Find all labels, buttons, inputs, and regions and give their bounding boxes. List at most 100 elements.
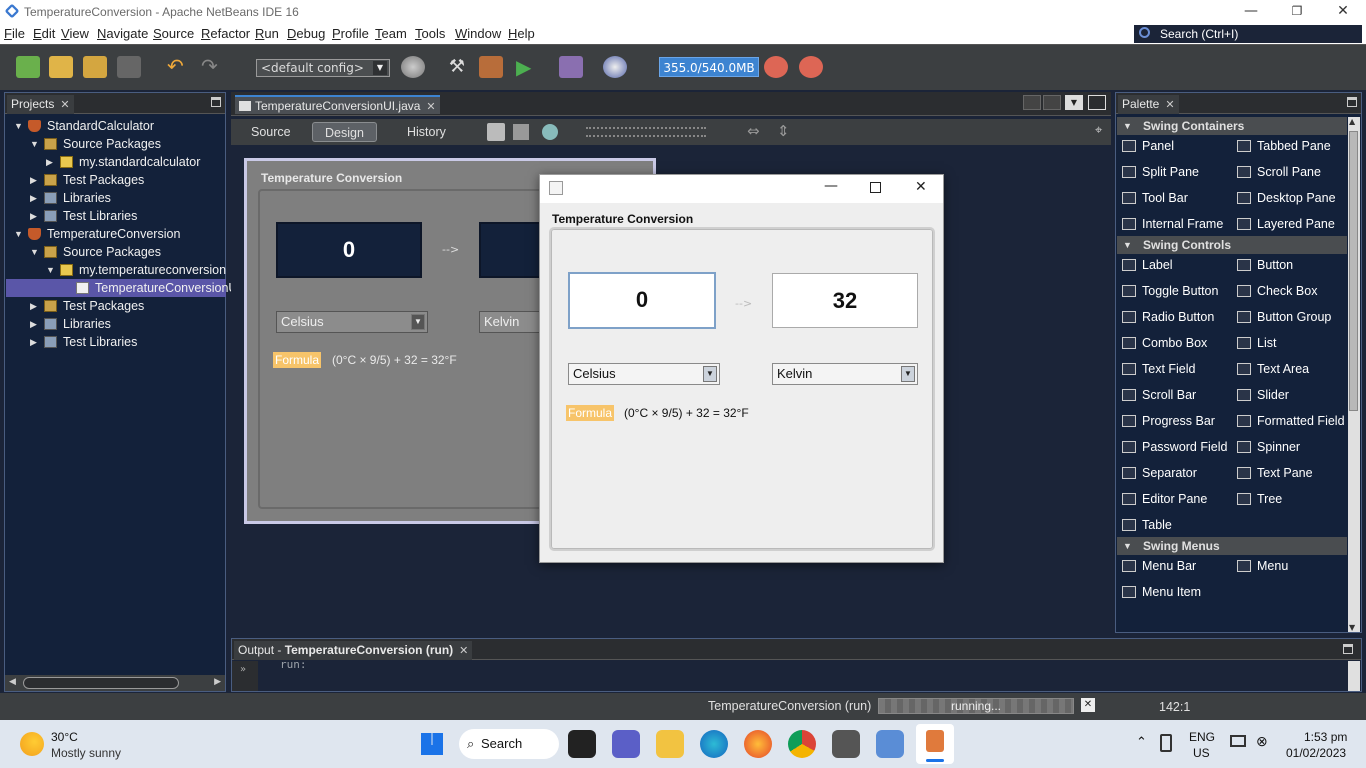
minimize-panel-icon[interactable]: [211, 97, 221, 107]
palette-item-tool-bar[interactable]: Tool Bar: [1117, 188, 1188, 208]
tree-item[interactable]: ▼ StandardCalculator: [6, 117, 226, 135]
close-icon[interactable]: ✕: [1165, 96, 1174, 114]
menu-view[interactable]: View: [61, 26, 89, 41]
tree-item[interactable]: ▶ Test Libraries: [6, 207, 226, 225]
debug-icon[interactable]: [559, 56, 583, 78]
tree-item[interactable]: ▼ Source Packages: [6, 243, 226, 261]
palette-item-progress-bar[interactable]: Progress Bar: [1117, 411, 1215, 431]
config-select[interactable]: <default config> ▼: [256, 59, 390, 77]
tree-item[interactable]: ▶ Test Libraries: [6, 333, 226, 351]
profile-icon[interactable]: [603, 56, 627, 78]
task-view-icon[interactable]: [568, 730, 596, 758]
new-file-icon[interactable]: [16, 56, 40, 78]
scroll-tabs-right-icon[interactable]: [1043, 95, 1061, 110]
palette-item-editor-pane[interactable]: Editor Pane: [1117, 489, 1207, 509]
menu-run[interactable]: Run: [255, 26, 279, 41]
redo-icon[interactable]: ↷: [201, 56, 225, 78]
palette-scrollbar-thumb[interactable]: [1349, 131, 1358, 411]
build-hammer-icon[interactable]: ⚒: [445, 56, 469, 78]
running-app-window[interactable]: — ✕ Temperature Conversion 0 --> 32 Cels…: [539, 174, 944, 563]
palette-item-scroll-pane[interactable]: Scroll Pane: [1232, 162, 1321, 182]
to-unit-select[interactable]: Kelvin ▼: [772, 363, 918, 385]
menu-edit[interactable]: Edit: [33, 26, 55, 41]
tab-source[interactable]: Source: [239, 122, 303, 142]
taskbar-search[interactable]: ⌕ Search: [459, 729, 559, 759]
close-icon[interactable]: ✕: [426, 98, 435, 116]
scroll-left-icon[interactable]: ◀: [9, 677, 16, 687]
tree-item[interactable]: ▶ Libraries: [6, 189, 226, 207]
design-input-field[interactable]: 0: [276, 222, 422, 278]
resize-vertical-icon[interactable]: ⇕: [777, 122, 790, 140]
selection-mode-icon[interactable]: [487, 123, 505, 141]
show-opened-documents-icon[interactable]: ▼: [1065, 95, 1083, 110]
volume-muted-icon[interactable]: ⊗: [1256, 733, 1268, 750]
palette-item-text-field[interactable]: Text Field: [1117, 359, 1196, 379]
palette-item-radio-button[interactable]: Radio Button: [1117, 307, 1214, 327]
palette-item-internal-frame[interactable]: Internal Frame: [1117, 214, 1223, 234]
tab-design[interactable]: Design: [312, 122, 377, 142]
region-label[interactable]: US: [1193, 746, 1210, 760]
teams-icon[interactable]: [612, 730, 640, 758]
run-icon[interactable]: ▶: [516, 56, 540, 78]
menu-profile[interactable]: Profile: [332, 26, 369, 41]
palette-item-spinner[interactable]: Spinner: [1232, 437, 1300, 457]
clock-time[interactable]: 1:53 pm: [1304, 730, 1347, 744]
scroll-down-icon[interactable]: ▼: [1349, 623, 1355, 632]
tree-item[interactable]: ▶ Libraries: [6, 315, 226, 333]
palette-scrollbar[interactable]: ▲ ▼: [1348, 117, 1360, 632]
palette-item-combo-box[interactable]: Combo Box: [1117, 333, 1207, 353]
palette-item-menu-item[interactable]: Menu Item: [1117, 582, 1201, 602]
palette-item-menu-bar[interactable]: Menu Bar: [1117, 556, 1196, 576]
tree-item[interactable]: ▼ Source Packages: [6, 135, 226, 153]
language-label[interactable]: ENG: [1189, 730, 1215, 744]
tab-projects[interactable]: Projects ✕: [7, 95, 74, 114]
preview-design-icon[interactable]: [542, 124, 558, 140]
clean-build-icon[interactable]: [479, 56, 503, 78]
from-unit-select[interactable]: Celsius ▼: [568, 363, 720, 385]
tree-item[interactable]: ▼ my.temperatureconversion: [6, 261, 226, 279]
calculator-icon[interactable]: [832, 730, 860, 758]
app-close-button[interactable]: ✕: [915, 179, 927, 195]
result-output-field[interactable]: 32: [772, 273, 918, 328]
scroll-tabs-left-icon[interactable]: [1023, 95, 1041, 110]
app-minimize-button[interactable]: —: [824, 178, 838, 194]
weather-desc[interactable]: Mostly sunny: [51, 746, 121, 760]
tab-output[interactable]: Output - TemperatureConversion (run) ✕: [234, 641, 473, 660]
search-input[interactable]: Search (Ctrl+I): [1134, 25, 1362, 43]
palette-item-panel[interactable]: Panel: [1117, 136, 1174, 156]
collapse-icon[interactable]: ▼: [14, 121, 24, 131]
menu-tools[interactable]: Tools: [415, 26, 445, 41]
memory-indicator[interactable]: 355.0/540.0MB: [659, 57, 759, 77]
expand-icon[interactable]: ▶: [30, 193, 40, 203]
palette-item-text-area[interactable]: Text Area: [1232, 359, 1309, 379]
undo-icon[interactable]: ↶: [167, 56, 191, 78]
weather-temp[interactable]: 30°C: [51, 730, 78, 744]
menu-refactor[interactable]: Refactor: [201, 26, 250, 41]
maximize-window-icon[interactable]: [1088, 95, 1106, 110]
close-button[interactable]: ✕: [1320, 0, 1366, 24]
palette-item-table[interactable]: Table: [1117, 515, 1172, 535]
expand-icon[interactable]: ▶: [30, 301, 40, 311]
minimize-panel-icon[interactable]: [1343, 644, 1353, 654]
tray-chevron-icon[interactable]: ⌃: [1136, 734, 1147, 750]
minimize-panel-icon[interactable]: [1347, 97, 1357, 107]
tree-item[interactable]: ▶ Test Packages: [6, 297, 226, 315]
expand-icon[interactable]: ▶: [30, 211, 40, 221]
collapse-icon[interactable]: ▼: [14, 229, 24, 239]
menu-team[interactable]: Team: [375, 26, 407, 41]
chrome-icon[interactable]: [788, 730, 816, 758]
connection-mode-icon[interactable]: [513, 124, 529, 140]
palette-swing-controls-header[interactable]: ▼ Swing Controls: [1117, 236, 1347, 254]
palette-item-label[interactable]: Label: [1117, 255, 1173, 275]
tree-item[interactable]: ▶ my.standardcalculator: [6, 153, 226, 171]
palette-swing-containers-header[interactable]: ▼ Swing Containers: [1117, 117, 1347, 135]
palette-item-scroll-bar[interactable]: Scroll Bar: [1117, 385, 1196, 405]
palette-item-tabbed-pane[interactable]: Tabbed Pane: [1232, 136, 1331, 156]
tree-item[interactable]: TemperatureConversionUI.java: [6, 279, 267, 297]
expand-icon[interactable]: ▶: [30, 319, 40, 329]
expand-icon[interactable]: ▶: [30, 337, 40, 347]
palette-item-text-pane[interactable]: Text Pane: [1232, 463, 1313, 483]
network-icon[interactable]: [1230, 735, 1246, 747]
globe-icon[interactable]: [401, 56, 425, 78]
palette-item-password-field[interactable]: Password Field: [1117, 437, 1227, 457]
